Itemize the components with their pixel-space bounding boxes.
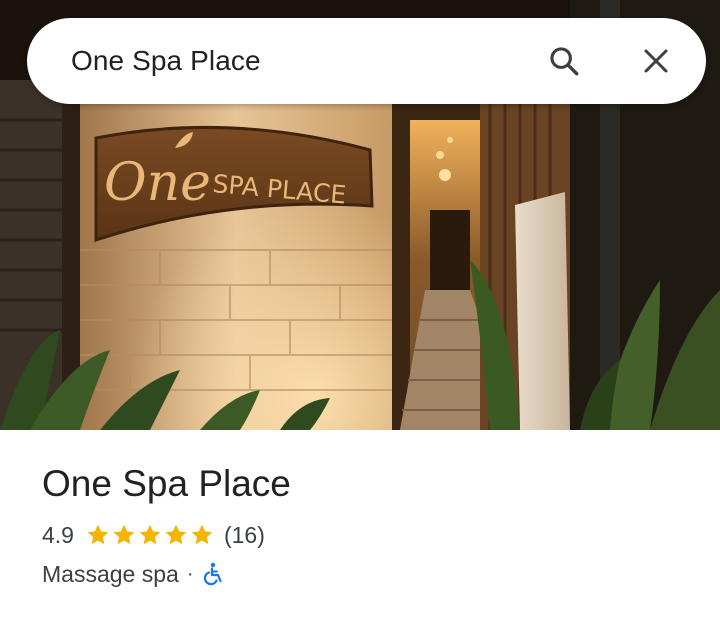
rating-row[interactable]: 4.9 (16) [42,520,682,550]
review-count[interactable]: (16) [224,522,265,549]
wheelchair-accessible-icon [204,562,223,586]
search-bar[interactable]: One Spa Place [27,18,706,104]
close-button[interactable] [628,33,684,89]
category-row: Massage spa · [42,558,682,590]
star-icon [165,524,187,545]
place-title[interactable]: One Spa Place [42,462,682,506]
rating-value: 4.9 [42,521,74,548]
place-info: One Spa Place 4.9 (16) Massage spa · [42,462,682,590]
search-input[interactable]: One Spa Place [71,45,536,77]
search-button[interactable] [536,33,592,89]
star-icon [139,524,161,545]
search-icon [550,47,579,76]
star-icon [87,524,109,545]
star-rating [86,523,214,547]
separator-dot: · [186,562,194,585]
star-icon [113,524,135,545]
close-icon [644,49,668,73]
category-label: Massage spa [42,560,179,587]
sign-script-text: One [104,153,211,213]
star-icon [191,524,213,545]
